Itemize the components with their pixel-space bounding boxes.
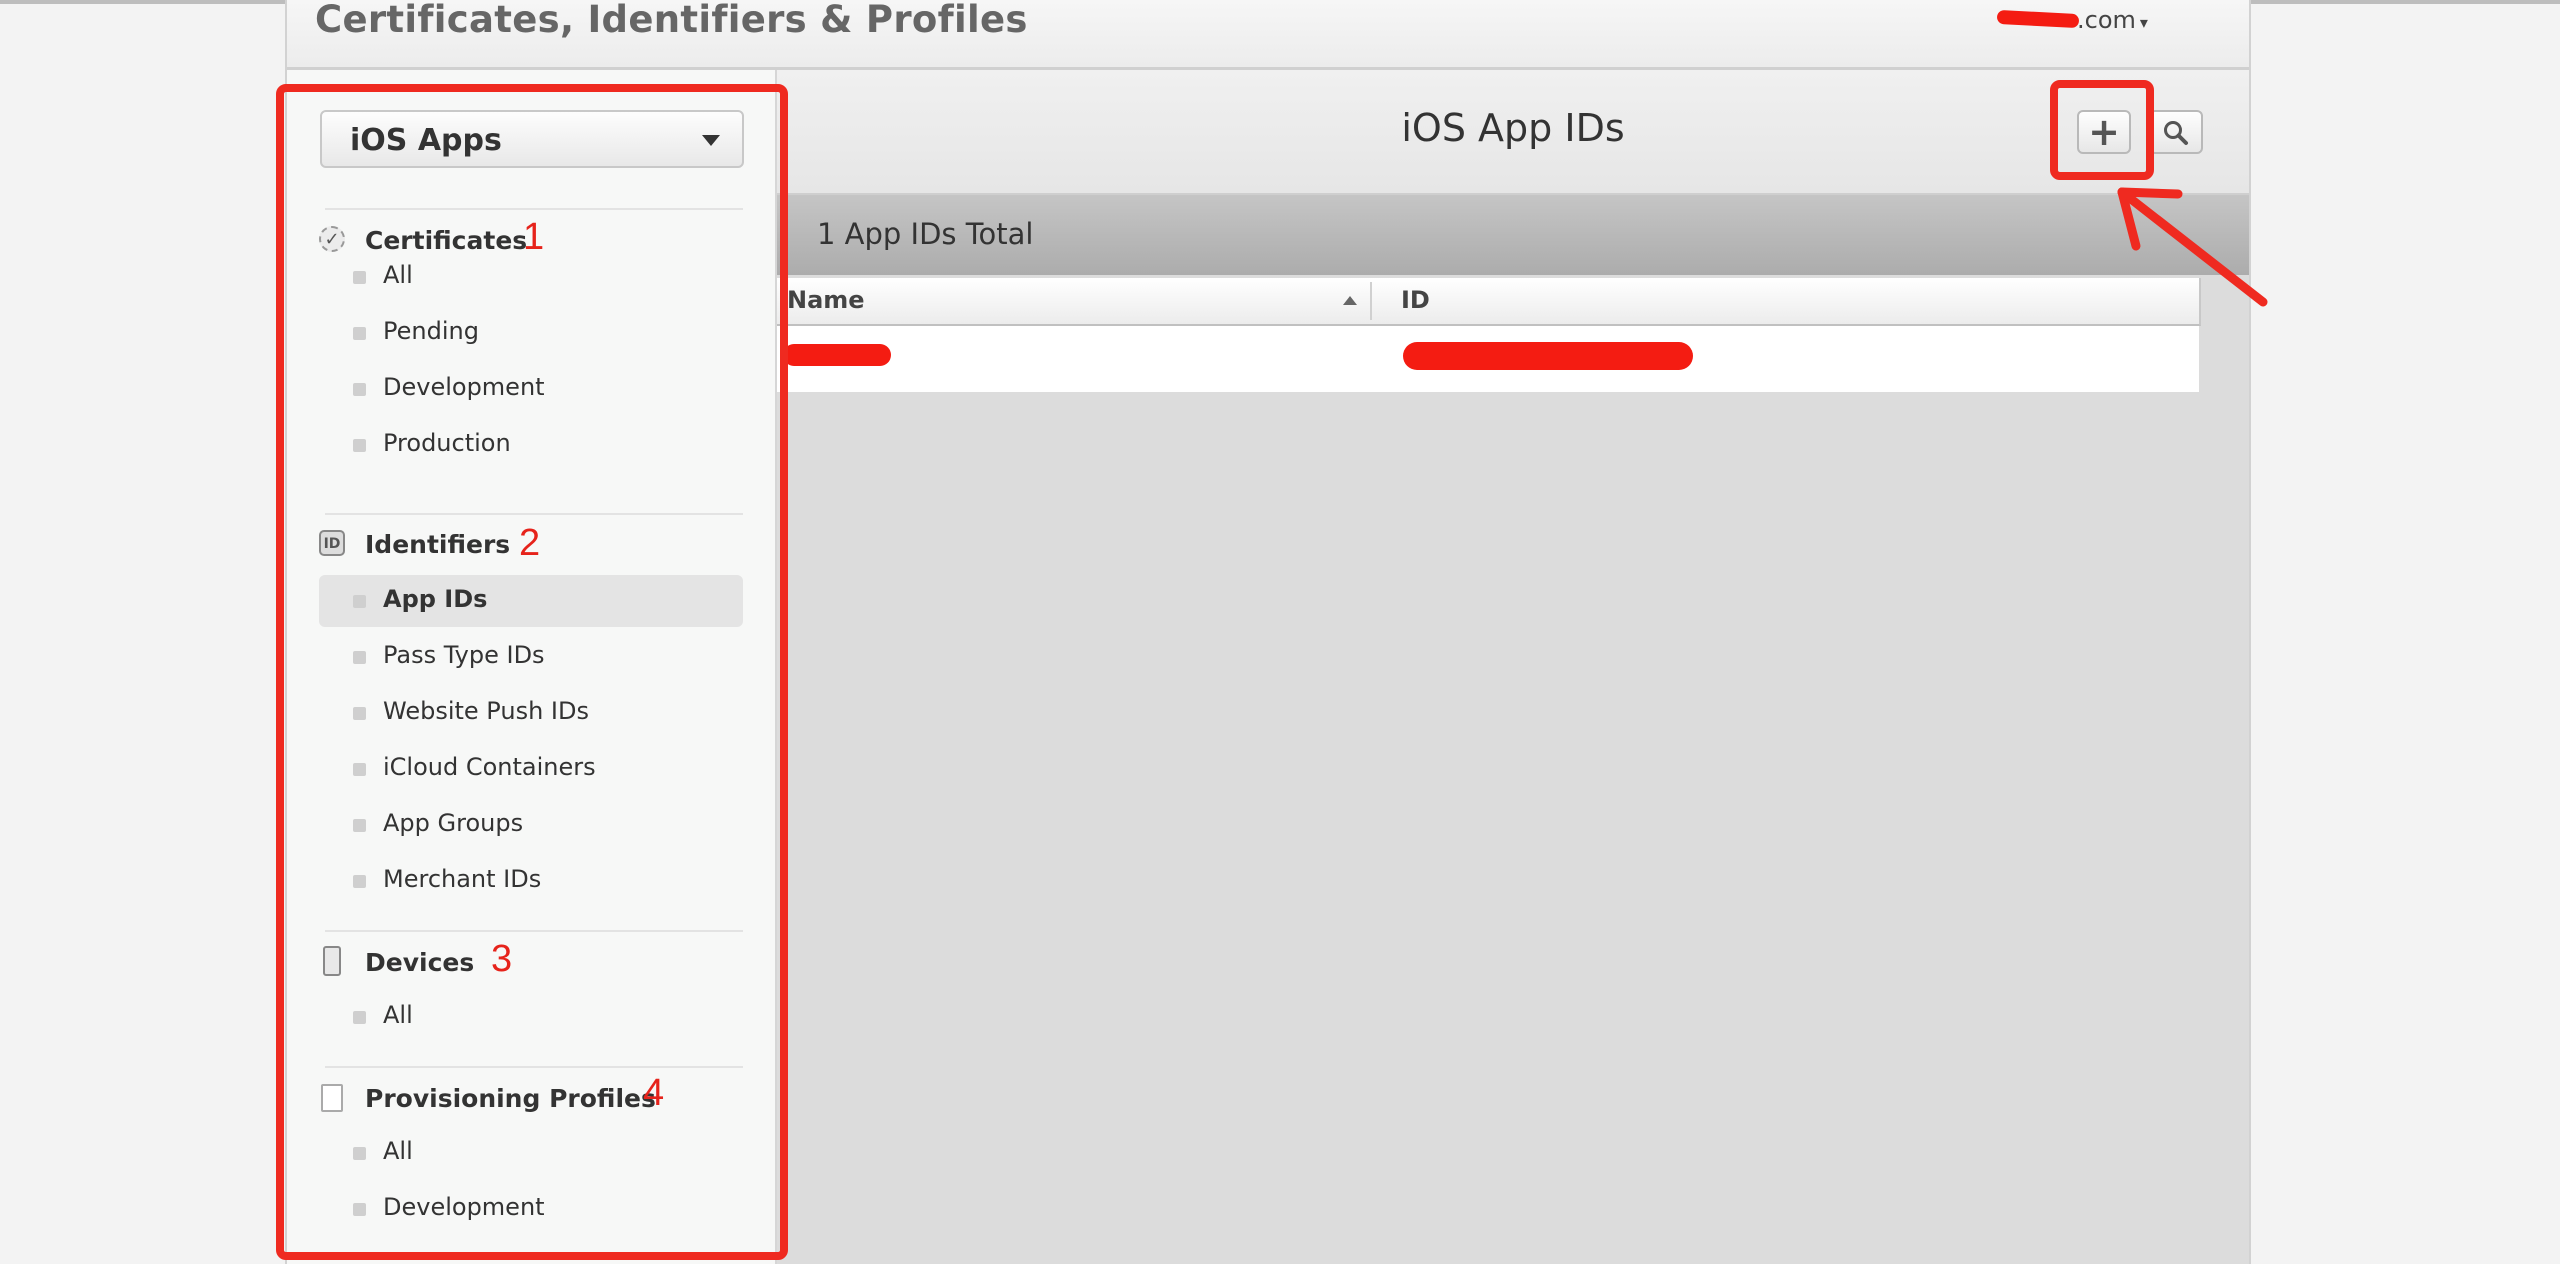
sort-ascending-icon xyxy=(1343,296,1357,305)
annotation-highlight-add-button xyxy=(2050,80,2154,180)
total-count: 1 App IDs Total xyxy=(817,217,1034,251)
total-bar: 1 App IDs Total xyxy=(777,195,2249,275)
column-header-id[interactable]: ID xyxy=(1401,286,1430,314)
annotation-arrow xyxy=(2117,187,2268,307)
column-divider xyxy=(1370,282,1372,320)
redaction-mark xyxy=(1403,342,1693,370)
redaction-mark xyxy=(783,344,891,366)
content-toolbar: iOS App IDs + xyxy=(777,70,2249,195)
search-button[interactable] xyxy=(2149,110,2203,154)
chevron-down-icon: ▾ xyxy=(2139,13,2148,32)
main-content: iOS App IDs + 1 App IDs Total Name ID xyxy=(777,70,2249,1264)
content-heading: iOS App IDs xyxy=(1401,106,1625,150)
page-title: Certificates, Identifiers & Profiles xyxy=(315,0,1028,41)
page-header: Certificates, Identifiers & Profiles .co… xyxy=(287,0,2249,70)
annotation-highlight-sidebar xyxy=(276,84,788,1260)
search-icon xyxy=(2164,121,2188,145)
table-header: Name ID xyxy=(777,278,2201,326)
table-row[interactable] xyxy=(777,326,2199,392)
column-header-name[interactable]: Name xyxy=(787,286,865,314)
